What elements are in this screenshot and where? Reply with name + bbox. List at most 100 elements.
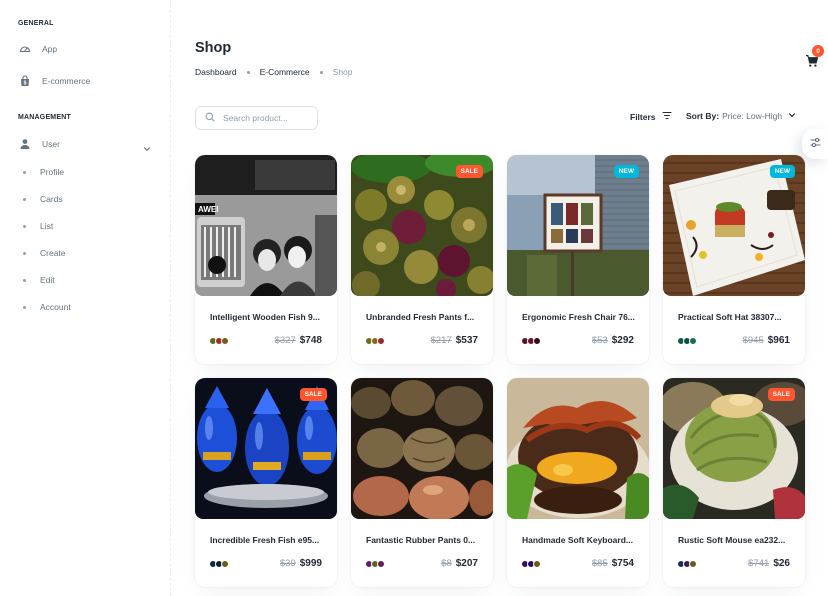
price: $26	[773, 558, 790, 569]
sidebar-item-user[interactable]: User	[8, 132, 160, 156]
product-name[interactable]: Ergonomic Fresh Chair 76...	[522, 312, 636, 322]
price-group: $8 $207	[441, 558, 478, 569]
sidebar-subitem-edit[interactable]: Edit	[8, 269, 160, 291]
product-card[interactable]: AWEI Intelligent Wooden Fish 9... $327 $…	[195, 155, 337, 364]
price-group: $53 $292	[592, 335, 634, 346]
dot-icon	[23, 197, 26, 201]
color-swatches	[521, 337, 541, 345]
color-swatch	[377, 560, 385, 568]
color-swatches	[677, 560, 697, 568]
filter-icon	[656, 111, 672, 122]
sidebar-subitem-profile[interactable]: Profile	[8, 161, 160, 183]
product-card[interactable]: SALE Unbranded Fresh Pants f... $217 $53…	[351, 155, 493, 364]
breadcrumb-separator	[319, 70, 323, 74]
dot-icon	[23, 224, 26, 228]
price-group: $85 $754	[592, 558, 634, 569]
product-image: SALE	[195, 378, 337, 519]
nav-subheader-general: GENERAL	[18, 20, 54, 27]
color-swatches	[365, 560, 385, 568]
price: $961	[767, 335, 790, 346]
original-price: $327	[274, 335, 296, 346]
sidebar-subitem-label: Edit	[40, 275, 55, 285]
sidebar-item-app[interactable]: App	[8, 37, 160, 61]
product-name[interactable]: Practical Soft Hat 38307...	[678, 312, 792, 322]
product-card[interactable]: NEW Ergonomic Fresh Chair 76... $53 $292	[507, 155, 649, 364]
product-name[interactable]: Rustic Soft Mouse ea232...	[678, 535, 792, 545]
sidebar-subitem-account[interactable]: Account	[8, 296, 160, 318]
price-group: $945 $961	[743, 335, 790, 346]
svg-text:$: $	[24, 81, 27, 87]
price-group: $39 $999	[280, 558, 322, 569]
product-card[interactable]: Handmade Soft Keyboard... $85 $754	[507, 378, 649, 587]
breadcrumb-dashboard[interactable]: Dashboard	[195, 67, 237, 77]
sidebar-item-label: App	[42, 44, 58, 54]
dot-icon	[23, 278, 26, 282]
color-swatches	[209, 560, 229, 568]
sidebar-subitem-list[interactable]: List	[8, 215, 160, 237]
price: $207	[455, 558, 478, 569]
color-swatches	[677, 337, 697, 345]
sidebar-subitem-label: List	[40, 221, 54, 231]
product-image	[507, 378, 649, 519]
product-image: SALE	[663, 378, 805, 519]
sidebar-subitem-create[interactable]: Create	[8, 242, 160, 264]
product-card[interactable]: Fantastic Rubber Pants 0... $8 $207	[351, 378, 493, 587]
product-name[interactable]: Incredible Fresh Fish e95...	[210, 535, 324, 545]
original-price: $53	[591, 335, 608, 346]
original-price: $39	[279, 558, 296, 569]
original-price: $741	[748, 558, 770, 569]
dot-icon	[23, 170, 26, 174]
color-swatch	[533, 337, 541, 345]
filters-button[interactable]: Filters	[630, 111, 672, 122]
color-swatch	[533, 560, 541, 568]
nav-subheader-management: MANAGEMENT	[18, 114, 71, 121]
color-swatch	[377, 337, 385, 345]
cart-button[interactable]: 0	[802, 45, 824, 71]
color-swatch	[689, 337, 697, 345]
sale-badge: SALE	[299, 388, 327, 401]
sort-by-button[interactable]: Sort By: Price: Low-High	[686, 111, 796, 121]
product-card[interactable]: SALE Incredible Fresh Fish e95... $39 $9…	[195, 378, 337, 587]
new-badge: NEW	[769, 165, 795, 178]
dashboard-icon	[19, 43, 31, 55]
price: $292	[611, 335, 634, 346]
price-group: $741 $26	[748, 558, 790, 569]
sidebar-item-label: E-commerce	[42, 76, 91, 86]
chevron-down-icon	[782, 111, 796, 121]
original-price: $8	[441, 558, 452, 569]
sliders-icon	[809, 135, 821, 153]
sidebar-subitem-cards[interactable]: Cards	[8, 188, 160, 210]
dot-icon	[23, 305, 26, 309]
color-swatch	[689, 560, 697, 568]
dot-icon	[23, 251, 26, 255]
user-icon	[19, 138, 31, 150]
sidebar-subitem-label: Profile	[40, 167, 65, 177]
sidebar-item-label: User	[42, 139, 60, 149]
product-name[interactable]: Unbranded Fresh Pants f...	[366, 312, 480, 322]
settings-drawer-button[interactable]	[802, 129, 828, 159]
sidebar-subitem-label: Account	[40, 302, 71, 312]
svg-text:AWEI: AWEI	[198, 205, 218, 214]
price-group: $327 $748	[275, 335, 322, 346]
price: $537	[455, 335, 478, 346]
color-swatch	[221, 337, 229, 345]
product-image	[351, 378, 493, 519]
original-price: $85	[591, 558, 608, 569]
color-swatches	[521, 560, 541, 568]
product-image: AWEI	[195, 155, 337, 296]
product-card[interactable]: SALE Rustic Soft Mouse ea232... $741 $26	[663, 378, 805, 587]
sidebar-item-ecommerce[interactable]: $ E-commerce	[8, 69, 160, 93]
product-name[interactable]: Intelligent Wooden Fish 9...	[210, 312, 324, 322]
breadcrumb: Dashboard E-Commerce Shop	[195, 67, 353, 77]
product-name[interactable]: Fantastic Rubber Pants 0...	[366, 535, 480, 545]
sort-by-value: Price: Low-High	[722, 111, 783, 121]
sale-badge: SALE	[767, 388, 795, 401]
shopping-bag-icon: $	[19, 75, 31, 87]
product-image: NEW	[663, 155, 805, 296]
search-box	[195, 106, 318, 130]
product-image: SALE	[351, 155, 493, 296]
breadcrumb-ecommerce[interactable]: E-Commerce	[260, 67, 310, 77]
search-input[interactable]	[223, 113, 313, 123]
product-card[interactable]: NEW Practical Soft Hat 38307... $945 $96…	[663, 155, 805, 364]
product-name[interactable]: Handmade Soft Keyboard...	[522, 535, 636, 545]
